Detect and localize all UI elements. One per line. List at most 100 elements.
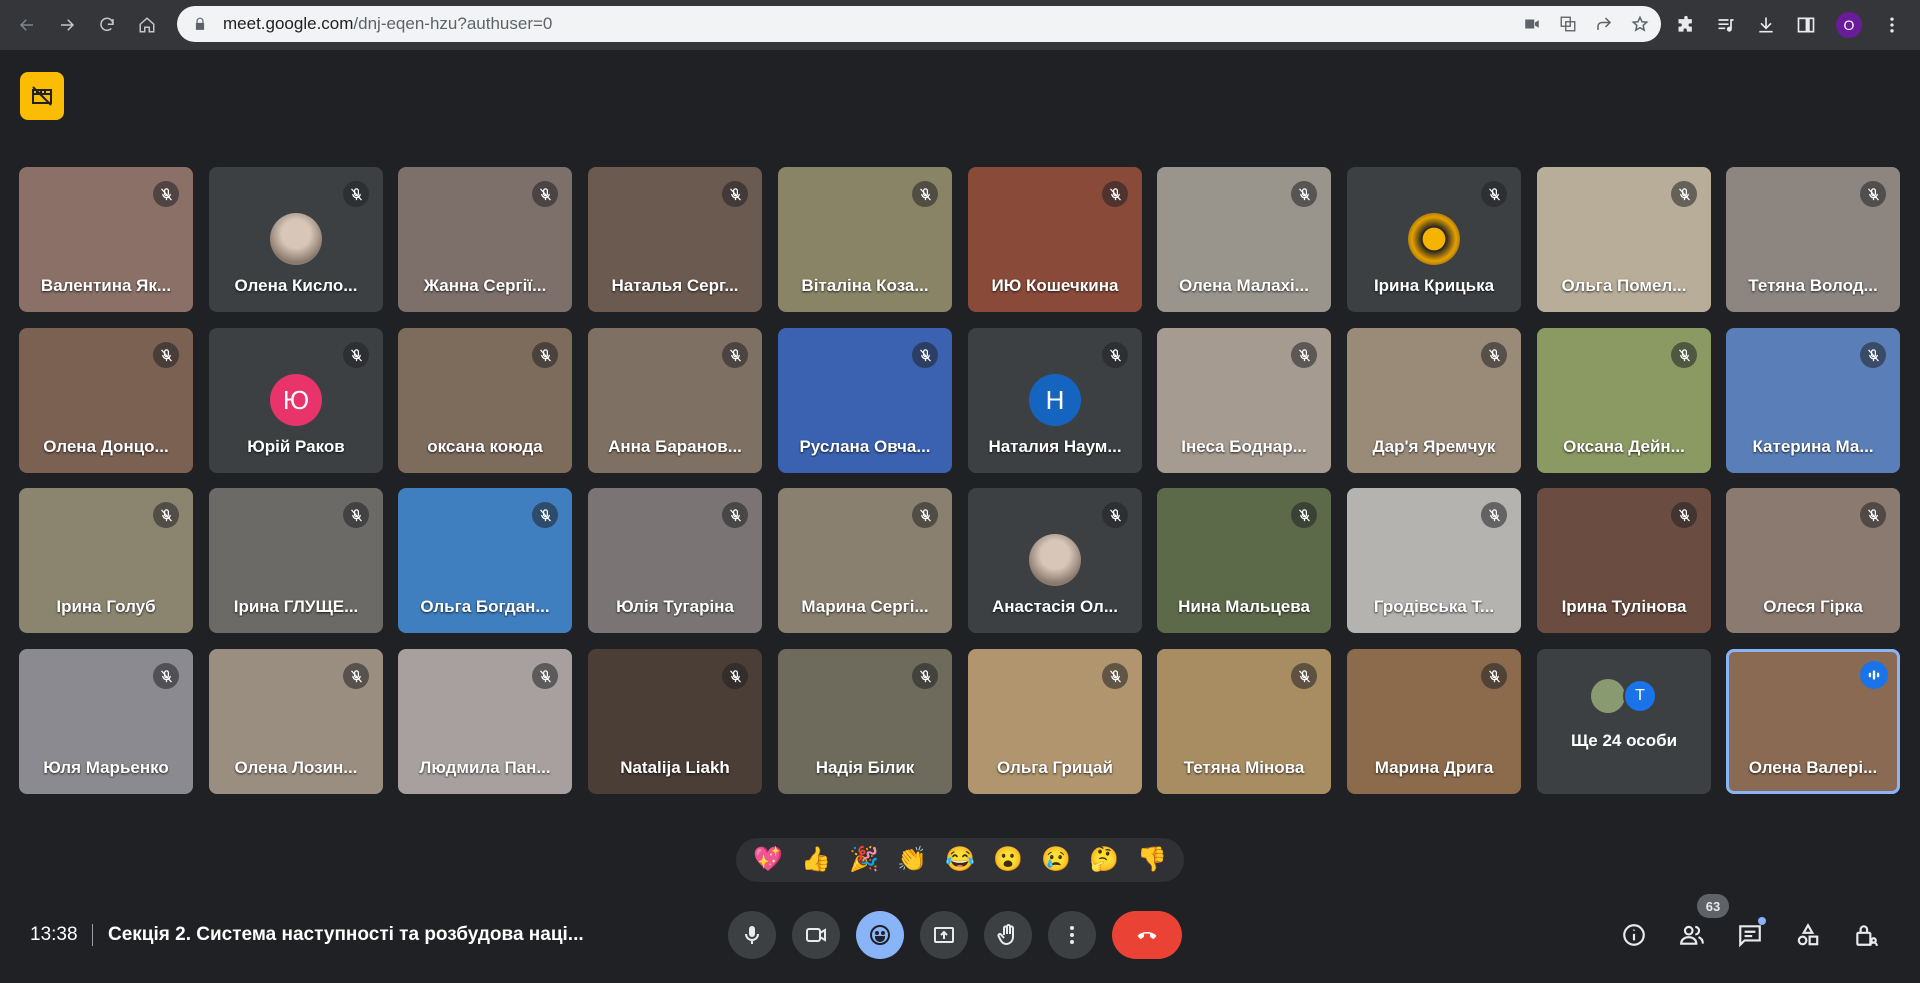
participant-tile[interactable]: Тетяна Мінова <box>1157 649 1331 794</box>
reaction-emoji[interactable]: 😢 <box>1041 848 1071 872</box>
participant-tile[interactable]: Ю Юрій Раков <box>209 328 383 473</box>
media-control-icon[interactable] <box>1716 15 1736 35</box>
participant-tile[interactable]: Юлія Тугаріна <box>588 488 762 633</box>
mic-off-icon <box>1671 342 1697 368</box>
chat-button[interactable] <box>1730 911 1770 959</box>
address-bar[interactable]: meet.google.com/dnj-eqen-hzu?authuser=0 <box>177 6 1661 42</box>
participant-tile[interactable]: ИЮ Кошечкина <box>968 167 1142 312</box>
participant-name: Наталья Серг... <box>611 276 739 295</box>
participant-tile[interactable]: Юля Марьенко <box>19 649 193 794</box>
participant-tile[interactable]: Ірина Голуб <box>19 488 193 633</box>
participant-tile[interactable]: Natalija Liakh <box>588 649 762 794</box>
participant-tile[interactable]: Олена Малахі... <box>1157 167 1331 312</box>
browser-menu-icon[interactable] <box>1882 15 1902 35</box>
participant-tile[interactable]: Руслана Овча... <box>778 328 952 473</box>
mic-off-icon <box>722 502 748 528</box>
hidden-self-view-badge[interactable] <box>20 72 64 120</box>
participant-name: Олена Донцо... <box>43 437 169 456</box>
participant-tile[interactable]: Олена Кисло... <box>209 167 383 312</box>
reaction-emoji[interactable]: 🎉 <box>849 848 879 872</box>
participant-tile[interactable]: Н Наталия Наум... <box>968 328 1142 473</box>
participant-tile[interactable]: Нина Мальцева <box>1157 488 1331 633</box>
reactions-bar: 💖 👍 🎉 👏 😂 😮 😢 🤔 👎 <box>736 838 1184 882</box>
back-icon[interactable] <box>10 8 44 42</box>
forward-icon[interactable] <box>50 8 84 42</box>
participant-tile[interactable]: Ольга Грицай <box>968 649 1142 794</box>
profile-avatar[interactable]: O <box>1836 12 1862 38</box>
meeting-details-button[interactable] <box>1614 911 1654 959</box>
host-controls-button[interactable] <box>1846 911 1886 959</box>
share-icon[interactable] <box>1595 15 1613 33</box>
participant-tile[interactable]: Дар'я Яремчук <box>1347 328 1521 473</box>
reaction-emoji[interactable]: 👏 <box>897 848 927 872</box>
participant-tile[interactable]: Марина Сергі... <box>778 488 952 633</box>
participant-name: Ольга Богдан... <box>420 597 550 616</box>
mic-off-icon <box>1291 181 1317 207</box>
participant-tile[interactable]: оксана коюда <box>398 328 572 473</box>
participant-tile[interactable]: Жанна Сергії... <box>398 167 572 312</box>
translate-icon[interactable] <box>1559 15 1577 33</box>
participant-tile[interactable]: Гродівська Т... <box>1347 488 1521 633</box>
participant-tile[interactable]: Віталіна Коза... <box>778 167 952 312</box>
raise-hand-button[interactable] <box>984 911 1032 959</box>
participant-tile[interactable]: Ольга Богдан... <box>398 488 572 633</box>
mic-off-icon <box>1671 181 1697 207</box>
participant-tile[interactable]: Оксана Дейн... <box>1537 328 1711 473</box>
reaction-emoji[interactable]: 😮 <box>993 848 1023 872</box>
bookmark-star-icon[interactable] <box>1631 15 1649 33</box>
participant-tile[interactable]: Тетяна Волод... <box>1726 167 1900 312</box>
reaction-emoji[interactable]: 💖 <box>753 848 783 872</box>
participant-name: Руслана Овча... <box>799 437 931 456</box>
mic-off-icon <box>1291 342 1317 368</box>
self-participant-tile[interactable]: Олена Валері... <box>1726 649 1900 794</box>
reaction-emoji[interactable]: 👍 <box>801 848 831 872</box>
participant-tile[interactable]: Ольга Помел... <box>1537 167 1711 312</box>
participant-tile[interactable]: Марина Дрига <box>1347 649 1521 794</box>
participant-tile[interactable]: Ірина ГЛУЩЕ... <box>209 488 383 633</box>
more-participants-tile[interactable]: T Ще 24 особи <box>1537 649 1711 794</box>
reload-icon[interactable] <box>90 8 124 42</box>
participant-tile[interactable]: Олена Донцо... <box>19 328 193 473</box>
present-screen-button[interactable] <box>920 911 968 959</box>
participant-tile[interactable]: Наталья Серг... <box>588 167 762 312</box>
leave-call-button[interactable] <box>1112 911 1182 959</box>
mic-off-icon <box>153 342 179 368</box>
camera-in-use-icon[interactable] <box>1523 15 1541 33</box>
participant-tile[interactable]: Валентина Як... <box>19 167 193 312</box>
participant-tile[interactable]: Олена Лозин... <box>209 649 383 794</box>
download-icon[interactable] <box>1756 15 1776 35</box>
mic-off-icon <box>1860 181 1886 207</box>
microphone-button[interactable] <box>728 911 776 959</box>
participant-tile[interactable]: Ірина Тулінова <box>1537 488 1711 633</box>
participant-tile[interactable]: Анна Баранов... <box>588 328 762 473</box>
participant-name: ИЮ Кошечкина <box>991 276 1119 295</box>
participant-tile[interactable]: Олеся Гірка <box>1726 488 1900 633</box>
reaction-emoji[interactable]: 👎 <box>1137 848 1167 872</box>
reaction-emoji[interactable]: 🤔 <box>1089 848 1119 872</box>
side-panel-icon[interactable] <box>1796 15 1816 35</box>
participant-name: Ірина Тулінова <box>1561 597 1687 616</box>
participant-tile[interactable]: Людмила Пан... <box>398 649 572 794</box>
extensions-icon[interactable] <box>1676 15 1696 35</box>
camera-button[interactable] <box>792 911 840 959</box>
mic-off-icon <box>532 663 558 689</box>
activities-button[interactable] <box>1788 911 1828 959</box>
participant-tile[interactable]: Інеса Боднар... <box>1157 328 1331 473</box>
participant-name: Юля Марьенко <box>43 758 169 777</box>
participant-name: Ірина Голуб <box>56 597 156 616</box>
participant-tile[interactable]: Анастасія Ол... <box>968 488 1142 633</box>
mic-off-icon <box>1860 342 1886 368</box>
more-options-button[interactable] <box>1048 911 1096 959</box>
mic-off-icon <box>912 502 938 528</box>
mic-off-icon <box>1102 181 1128 207</box>
participant-avatar: T <box>1623 679 1657 713</box>
hand-icon <box>997 924 1014 946</box>
reactions-button[interactable] <box>856 911 904 959</box>
participant-name: Олена Валері... <box>1748 758 1878 777</box>
reaction-emoji[interactable]: 😂 <box>945 848 975 872</box>
home-icon[interactable] <box>130 8 164 42</box>
participant-tile[interactable]: Ірина Крицька <box>1347 167 1521 312</box>
people-button[interactable] <box>1672 911 1712 959</box>
participant-tile[interactable]: Надія Білик <box>778 649 952 794</box>
participant-tile[interactable]: Катерина Ма... <box>1726 328 1900 473</box>
